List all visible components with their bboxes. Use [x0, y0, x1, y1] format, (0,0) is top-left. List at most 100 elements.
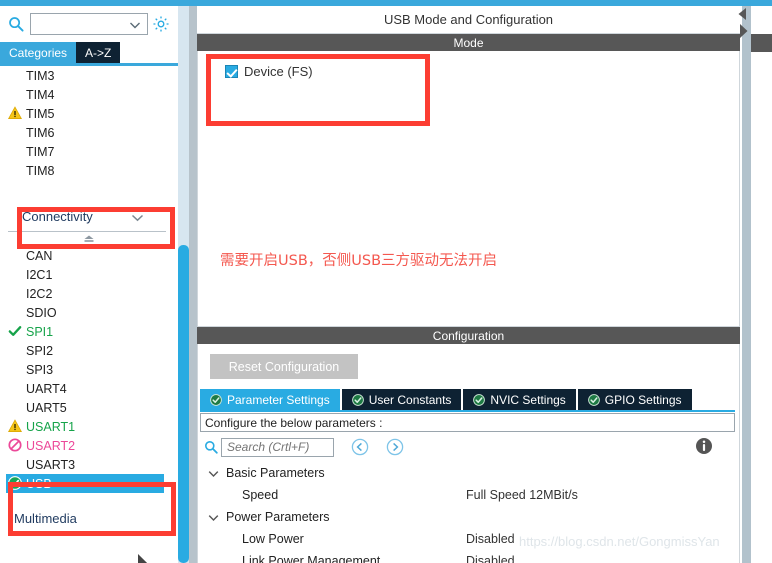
- sidebar-item-label: UART5: [26, 400, 67, 415]
- sidebar-item-tim6[interactable]: TIM6: [0, 123, 178, 142]
- sidebar-item-usart2[interactable]: USART2: [0, 436, 178, 455]
- tab-label: NVIC Settings: [490, 392, 566, 407]
- sidebar-item-label: TIM3: [26, 68, 55, 83]
- mode-section-body: Device (FS) 需要开启USB，否侧USB三方驱动无法开启: [197, 51, 740, 327]
- chevron-down-icon[interactable]: [129, 19, 141, 31]
- parameter-name: Link Power Management: [242, 554, 381, 563]
- chevron-down-icon[interactable]: [208, 468, 219, 479]
- gear-icon[interactable]: [152, 15, 170, 33]
- reset-configuration-button[interactable]: Reset Configuration: [210, 354, 358, 379]
- tab-parameter-settings[interactable]: Parameter Settings: [200, 389, 340, 410]
- sidebar-item-tim4[interactable]: TIM4: [0, 85, 178, 104]
- tab-label: User Constants: [368, 392, 452, 407]
- sidebar-scrollbar-thumb[interactable]: [178, 245, 189, 563]
- sidebar-item-tim7[interactable]: TIM7: [0, 142, 178, 161]
- tab-nvic-settings[interactable]: NVIC Settings: [463, 389, 576, 410]
- mouse-cursor: [138, 554, 150, 563]
- sidebar-group-connectivity[interactable]: Connectivity: [8, 202, 166, 232]
- parameter-group-basic-parameters[interactable]: Basic Parameters: [200, 462, 735, 484]
- circle-right-arrow-icon[interactable]: [386, 438, 404, 456]
- search-icon: [204, 440, 218, 454]
- sidebar-item-i2c2[interactable]: I2C2: [0, 284, 178, 303]
- configuration-section-header: Configuration: [197, 327, 740, 344]
- info-icon[interactable]: [695, 437, 713, 455]
- sidebar-search-row: [0, 8, 178, 40]
- right-edge-background: [751, 6, 772, 563]
- configure-parameters-note: Configure the below parameters :: [200, 413, 735, 432]
- configuration-tabs: Parameter Settings User Constants NVIC Set…: [200, 389, 739, 410]
- sidebar-item-uart4[interactable]: UART4: [0, 379, 178, 398]
- peripheral-search-combo[interactable]: [30, 13, 148, 35]
- parameter-search-box[interactable]: [221, 437, 334, 457]
- sidebar-item-label: TIM8: [26, 163, 55, 178]
- sidebar-item-label: SPI2: [26, 343, 54, 358]
- connectivity-group-items: CAN I2C1 I2C2 SDIO SPI1 SPI2 SPI3 UART4 UART5 USA…: [0, 246, 178, 493]
- parameter-group-label: Power Parameters: [226, 510, 330, 524]
- sidebar-item-tim3[interactable]: TIM3: [0, 66, 178, 85]
- tab-a-to-z[interactable]: A->Z: [76, 42, 121, 63]
- sidebar-item-i2c1[interactable]: I2C1: [0, 265, 178, 284]
- tab-gpio-settings[interactable]: GPIO Settings: [577, 389, 692, 410]
- check-circle-icon: [210, 393, 222, 406]
- tab-label: Parameter Settings: [227, 392, 330, 407]
- sidebar-item-label: TIM4: [26, 87, 55, 102]
- tab-categories[interactable]: Categories: [0, 42, 77, 63]
- mode-checkbox-label: Device (FS): [244, 64, 313, 79]
- sidebar-item-tim8[interactable]: TIM8: [0, 161, 178, 180]
- parameter-group-power-parameters[interactable]: Power Parameters: [200, 506, 735, 528]
- panel-scrollbar[interactable]: [742, 6, 751, 563]
- configure-parameters-text: Configure the below parameters :: [205, 415, 383, 430]
- mode-checkbox-device-fs[interactable]: Device (FS): [225, 64, 313, 79]
- sidebar-item-can[interactable]: CAN: [0, 246, 178, 265]
- warning-icon: [8, 106, 22, 120]
- checkbox-icon[interactable]: [225, 65, 238, 78]
- chevron-down-icon[interactable]: [208, 512, 219, 523]
- sidebar-item-label: I2C2: [26, 286, 53, 301]
- chevron-down-icon[interactable]: [131, 211, 144, 224]
- peripheral-search-input[interactable]: [34, 15, 132, 33]
- parameter-name: Speed: [242, 488, 279, 502]
- warning-icon: [8, 419, 22, 433]
- parameter-row[interactable]: Speed Full Speed 12MBit/s: [200, 484, 735, 506]
- sidebar-item-label: TIM5: [26, 106, 55, 121]
- sidebar-item-label: USB: [26, 476, 52, 491]
- configuration-panel: USB Mode and Configuration Mode Device (…: [197, 6, 740, 563]
- circle-left-arrow-icon[interactable]: [351, 438, 369, 456]
- peripheral-list: TIM3 TIM4 TIM5 TIM6 TIM7 TIM8 Connectivity CA…: [0, 66, 178, 563]
- sidebar-item-multimedia[interactable]: Multimedia: [0, 509, 178, 528]
- sidebar-item-label: SPI1: [26, 324, 54, 339]
- sidebar-tabs: Categories A->Z: [0, 42, 178, 63]
- sidebar-item-usart1[interactable]: USART1: [0, 417, 178, 436]
- sidebar-item-label: USART2: [26, 438, 76, 453]
- sidebar-item-label: UART4: [26, 381, 67, 396]
- sidebar-item-uart5[interactable]: UART5: [0, 398, 178, 417]
- mode-section-header: Mode: [197, 34, 740, 51]
- sidebar-item-label: I2C1: [26, 267, 53, 282]
- parameter-row[interactable]: Link Power Management Disabled: [200, 550, 735, 563]
- check-circle-icon: [351, 393, 364, 406]
- parameter-search-row: [200, 434, 735, 460]
- right-section-bar-extension: [751, 34, 772, 52]
- sidebar-item-spi1[interactable]: SPI1: [0, 322, 178, 341]
- sidebar-item-sdio[interactable]: SDIO: [0, 303, 178, 322]
- parameter-group-label: Basic Parameters: [226, 466, 325, 480]
- peripheral-sidebar: Categories A->Z TIM3 TIM4 TIM5 TIM6 TIM7 TIM8…: [0, 6, 178, 563]
- sidebar-item-label: SPI3: [26, 362, 54, 377]
- panel-collapse-arrows[interactable]: [736, 6, 750, 42]
- parameter-value[interactable]: Full Speed 12MBit/s: [466, 488, 578, 502]
- no-entry-icon: [8, 438, 22, 452]
- sidebar-item-label: TIM6: [26, 125, 55, 140]
- sidebar-item-spi3[interactable]: SPI3: [0, 360, 178, 379]
- sidebar-item-tim5[interactable]: TIM5: [0, 104, 178, 123]
- sidebar-item-usb[interactable]: USB: [6, 474, 164, 493]
- sidebar-item-spi2[interactable]: SPI2: [0, 341, 178, 360]
- parameter-value[interactable]: Disabled: [466, 554, 515, 563]
- configuration-section-body: Reset Configuration Parameter Settings Us…: [197, 344, 740, 563]
- panel-splitter[interactable]: [189, 6, 197, 563]
- tab-user-constants[interactable]: User Constants: [341, 389, 462, 410]
- collapse-grip-icon[interactable]: [0, 232, 178, 246]
- sidebar-item-usart3[interactable]: USART3: [0, 455, 178, 474]
- parameter-search-input[interactable]: [225, 439, 330, 455]
- parameter-value[interactable]: Disabled: [466, 532, 515, 546]
- check-circle-icon: [8, 476, 22, 490]
